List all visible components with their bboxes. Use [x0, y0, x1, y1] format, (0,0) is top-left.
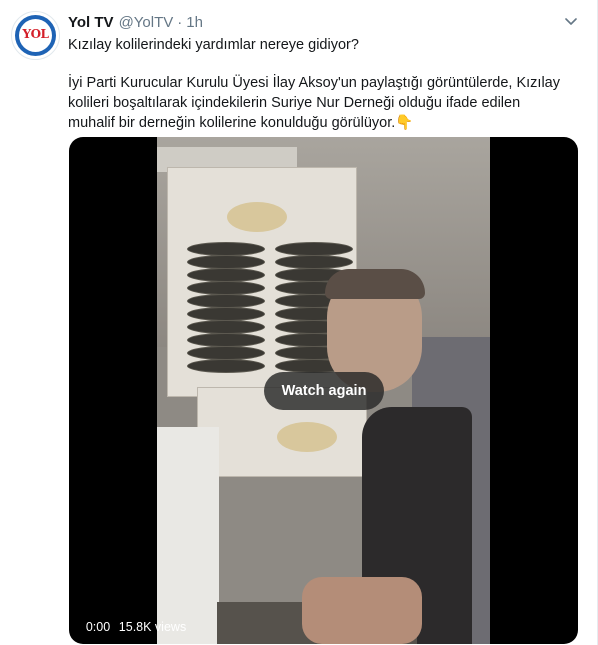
- box-logo: [277, 422, 337, 452]
- person-hands: [302, 577, 422, 644]
- video-time-badge: 0:00: [78, 616, 118, 638]
- tweet-card[interactable]: YOL Yol TV @YolTV · 1h Kızılay kolilerin…: [0, 0, 598, 645]
- tin-stack: [187, 242, 265, 373]
- box-logo: [227, 202, 287, 232]
- tweet-text-line: muhalif bir derneğin kolilerine konulduğ…: [68, 115, 414, 131]
- tweet-header: Yol TV @YolTV · 1h: [68, 12, 203, 32]
- tweet-text-line: İyi Parti Kurucular Kurulu Üyesi İlay Ak…: [68, 75, 560, 91]
- tweet-text-line: Kızılay kolilerindeki yardımlar nereye g…: [68, 37, 359, 53]
- person-hair: [325, 269, 425, 299]
- separator-dot: ·: [177, 13, 183, 31]
- tweet-text: Kızılay kolilerindeki yardımlar nereye g…: [68, 35, 568, 133]
- avatar[interactable]: YOL: [11, 11, 60, 60]
- display-name[interactable]: Yol TV: [68, 14, 114, 31]
- tweet-text-line: kolileri boşaltılarak içindekilerin Suri…: [68, 95, 521, 111]
- tweet-timestamp[interactable]: 1h: [186, 14, 203, 31]
- person-arm: [157, 427, 219, 644]
- video-player[interactable]: Watch again 0:00 15.8K views: [69, 137, 578, 644]
- chevron-down-icon[interactable]: [563, 14, 579, 30]
- avatar-logo-text: YOL: [22, 27, 49, 41]
- watch-again-button[interactable]: Watch again: [264, 372, 384, 410]
- user-handle[interactable]: @YolTV: [119, 14, 174, 31]
- video-views-badge: 15.8K views: [118, 620, 187, 634]
